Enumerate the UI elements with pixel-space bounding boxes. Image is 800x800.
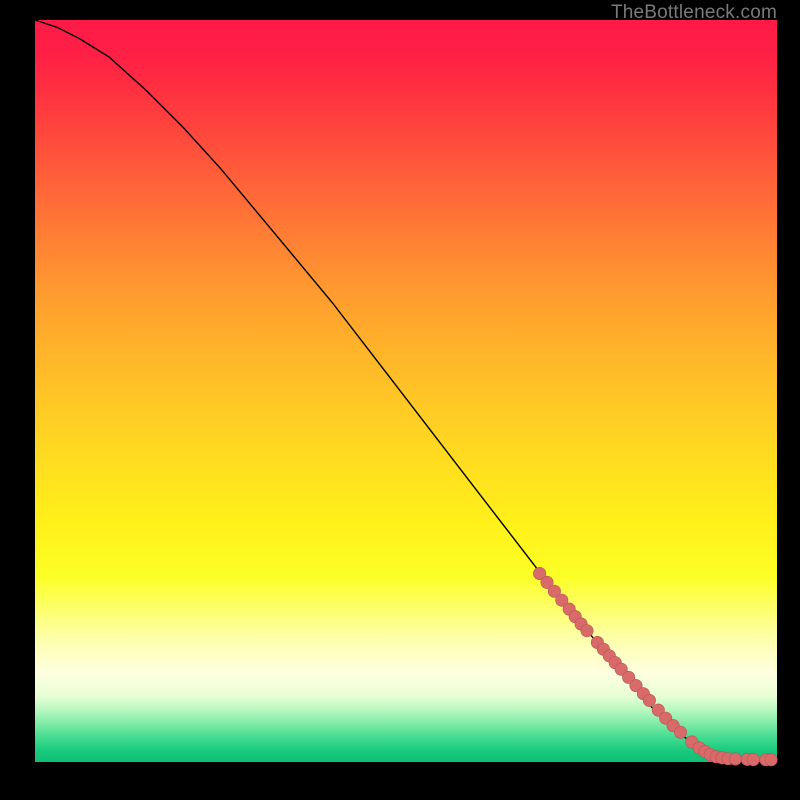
data-point (643, 694, 655, 706)
chart-frame: TheBottleneck.com (0, 0, 800, 800)
data-point (674, 726, 686, 738)
data-point (729, 753, 741, 765)
point-cluster (533, 567, 777, 766)
data-point (765, 754, 777, 766)
data-point (581, 625, 593, 637)
curve-svg (35, 20, 777, 762)
plot-area (35, 20, 777, 762)
bottleneck-curve (35, 20, 777, 760)
data-point (747, 753, 759, 765)
